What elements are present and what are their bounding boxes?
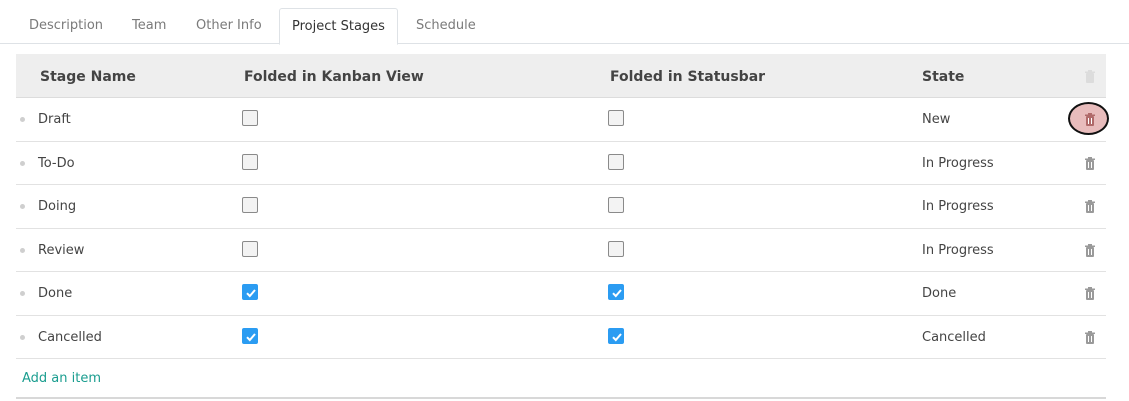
table-row[interactable]: Cancelled Cancelled [16, 316, 1106, 360]
header-folded-statusbar[interactable]: Folded in Statusbar [610, 54, 765, 98]
delete-row-trash-icon[interactable] [1082, 112, 1098, 128]
delete-row-trash-icon[interactable] [1082, 199, 1098, 215]
add-item-link[interactable]: Add an item [22, 371, 101, 386]
delete-row-trash-icon[interactable] [1082, 330, 1098, 346]
table-row[interactable]: Done Done [16, 272, 1106, 316]
drag-handle-icon[interactable] [20, 334, 25, 340]
header-folded-kanban[interactable]: Folded in Kanban View [244, 54, 424, 98]
folded-statusbar-checkbox[interactable] [608, 153, 624, 170]
table-row[interactable]: Draft New [16, 98, 1109, 142]
tab-project-stages[interactable]: Project Stages [279, 8, 398, 45]
state-cell[interactable]: Cancelled [922, 316, 986, 360]
drag-handle-icon[interactable] [20, 204, 25, 209]
table-row[interactable]: To-Do In Progress [16, 142, 1106, 186]
stage-name-cell[interactable]: To-Do [38, 142, 75, 186]
state-cell[interactable]: In Progress [922, 142, 994, 186]
delete-row-trash-icon[interactable] [1082, 243, 1098, 259]
folded-statusbar-checkbox[interactable] [608, 327, 624, 344]
stage-name-cell[interactable]: Cancelled [38, 316, 102, 360]
trash-icon [1085, 70, 1095, 83]
state-cell[interactable]: In Progress [922, 229, 994, 273]
drag-handle-icon[interactable] [20, 160, 25, 166]
stage-name-cell[interactable]: Draft [38, 98, 71, 142]
drag-handle-icon[interactable] [20, 247, 25, 253]
state-cell[interactable]: In Progress [922, 185, 994, 229]
table-bottom-border [16, 397, 1106, 399]
tab-team[interactable]: Team [120, 8, 178, 44]
table-header: Stage Name Folded in Kanban View Folded … [16, 54, 1106, 98]
drag-handle-icon[interactable] [20, 117, 25, 122]
folded-kanban-checkbox[interactable] [242, 197, 258, 213]
folded-kanban-checkbox[interactable] [242, 327, 258, 344]
folded-kanban-checkbox[interactable] [242, 284, 258, 300]
folded-statusbar-checkbox[interactable] [608, 284, 624, 300]
table-body: Draft New To-Do In Progress Doing In Progress… [16, 98, 1109, 360]
header-stage-name[interactable]: Stage Name [40, 54, 136, 98]
table-row[interactable]: Doing In Progress [16, 185, 1106, 229]
tab-schedule[interactable]: Schedule [404, 8, 488, 44]
stage-name-cell[interactable]: Doing [38, 185, 76, 229]
delete-row-trash-icon[interactable] [1082, 156, 1098, 172]
folded-statusbar-checkbox[interactable] [608, 197, 624, 213]
folded-statusbar-checkbox[interactable] [608, 110, 624, 126]
tab-description[interactable]: Description [17, 8, 115, 44]
tab-other-info[interactable]: Other Info [184, 8, 274, 44]
stage-name-cell[interactable]: Review [38, 229, 84, 273]
drag-handle-icon[interactable] [20, 291, 25, 296]
state-cell[interactable]: Done [922, 272, 956, 316]
header-state[interactable]: State [922, 54, 964, 98]
folded-kanban-checkbox[interactable] [242, 110, 258, 126]
folded-kanban-checkbox[interactable] [242, 240, 258, 257]
delete-row-trash-icon[interactable] [1082, 286, 1098, 302]
table-row[interactable]: Review In Progress [16, 229, 1106, 273]
notebook-tabs: Description Team Other Info Project Stag… [0, 0, 1129, 45]
stage-name-cell[interactable]: Done [38, 272, 72, 316]
folded-kanban-checkbox[interactable] [242, 153, 258, 170]
stages-table: Stage Name Folded in Kanban View Folded … [16, 54, 1109, 360]
folded-statusbar-checkbox[interactable] [608, 240, 624, 257]
state-cell[interactable]: New [922, 98, 950, 142]
